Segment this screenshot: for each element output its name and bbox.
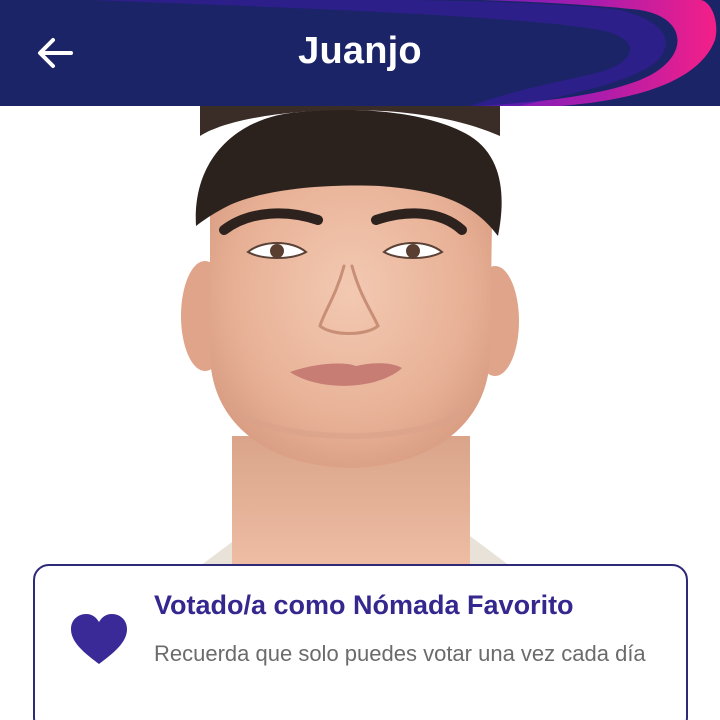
vote-status-message: Recuerda que solo puedes votar una vez c… xyxy=(154,641,646,666)
app-header: Juanjo xyxy=(0,0,720,106)
vote-confirmation-card: Votado/a como Nómada Favorito Recuerda q… xyxy=(33,564,688,720)
vote-status-title: Votado/a como Nómada Favorito xyxy=(154,590,574,620)
page-title: Juanjo xyxy=(298,30,422,72)
heart-icon xyxy=(71,614,127,664)
